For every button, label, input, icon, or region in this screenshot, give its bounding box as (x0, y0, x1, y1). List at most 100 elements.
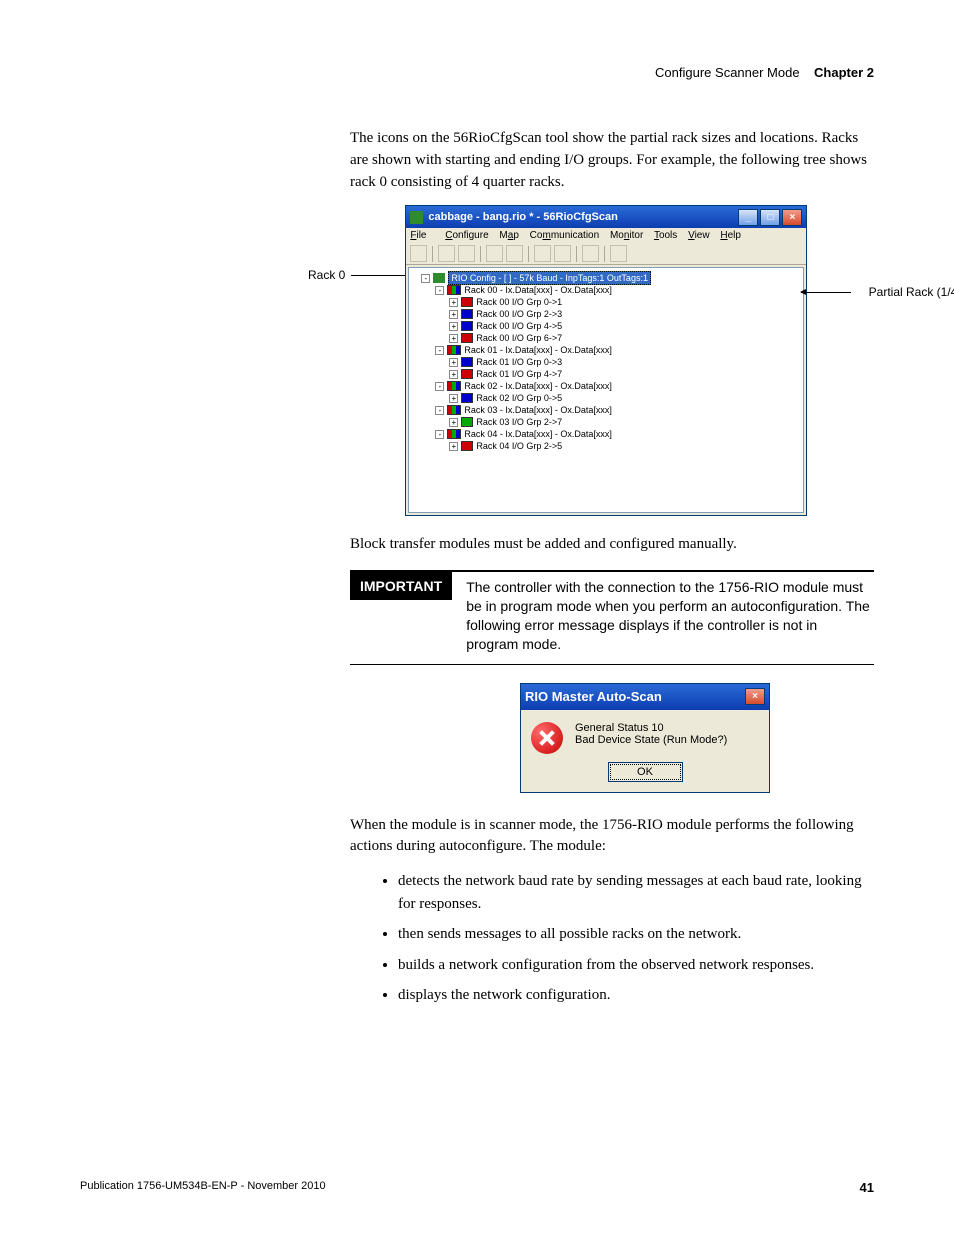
ok-button[interactable]: OK (608, 762, 683, 782)
tree-view[interactable]: - RIO Config - [ ] - 57k Baud - InpTags:… (408, 267, 804, 513)
tree-node[interactable]: + Rack 00 I/O Grp 0->1 (411, 296, 801, 308)
important-box: IMPORTANT The controller with the connec… (350, 570, 874, 665)
page-footer: Publication 1756-UM534B-EN-P - November … (80, 1180, 874, 1195)
list-item: detects the network baud rate by sending… (398, 870, 874, 915)
expand-icon[interactable]: - (435, 406, 444, 415)
rack-icon (447, 381, 461, 391)
toolbar-btn-7[interactable] (554, 245, 571, 262)
tree-root-label[interactable]: RIO Config - [ ] - 57k Baud - InpTags:1 … (448, 271, 651, 285)
menu-view[interactable]: View (688, 230, 710, 241)
toolbar-btn-6[interactable] (534, 245, 551, 262)
callout-partial-rack: Partial Rack (1/4 rack) (801, 285, 954, 299)
tree-node-label: Rack 01 I/O Grp 0->3 (476, 356, 562, 368)
tree-node[interactable]: +Rack 03 I/O Grp 2->7 (411, 416, 801, 428)
expand-icon[interactable]: - (435, 382, 444, 391)
menu-file[interactable]: File (410, 230, 434, 241)
tree-node[interactable]: - Rack 02 - Ix.Data[xxx] - Ox.Data[xxx] (411, 380, 801, 392)
publication-id: Publication 1756-UM534B-EN-P - November … (80, 1180, 326, 1195)
expand-icon[interactable]: + (449, 322, 458, 331)
toolbar-help-icon[interactable] (610, 245, 627, 262)
tree-node[interactable]: + Rack 00 I/O Grp 4->5 (411, 320, 801, 332)
io-group-icon (461, 333, 473, 343)
rack-icon (447, 429, 461, 439)
tree-node[interactable]: + Rack 00 I/O Grp 6->7 (411, 332, 801, 344)
header-section: Configure Scanner Mode (655, 65, 800, 80)
toolbar-btn-4[interactable] (486, 245, 503, 262)
tree-node[interactable]: + Rack 01 I/O Grp 0->3 (411, 356, 801, 368)
header-chapter: Chapter 2 (814, 65, 874, 80)
toolbar-btn-5[interactable] (506, 245, 523, 262)
tree-node-label: Rack 00 I/O Grp 2->3 (476, 308, 562, 320)
expand-icon[interactable]: + (449, 370, 458, 379)
tree-node-label: Rack 01 - Ix.Data[xxx] - Ox.Data[xxx] (464, 344, 612, 356)
menu-help[interactable]: Help (720, 230, 741, 241)
tree-node-label: Rack 04 - Ix.Data[xxx] - Ox.Data[xxx] (464, 428, 612, 440)
dialog-title: RIO Master Auto-Scan (525, 689, 662, 704)
io-group-icon (461, 393, 473, 403)
tree-node[interactable]: + Rack 02 I/O Grp 0->5 (411, 392, 801, 404)
toolbar-btn-3[interactable] (458, 245, 475, 262)
close-button[interactable]: × (782, 209, 802, 226)
tree-node[interactable]: - Rack 01 - Ix.Data[xxx] - Ox.Data[xxx] (411, 344, 801, 356)
dialog-close-button[interactable]: × (745, 688, 765, 705)
io-group-icon (461, 297, 473, 307)
page-header: Configure Scanner Mode Chapter 2 (80, 65, 874, 80)
tree-node[interactable]: + Rack 00 I/O Grp 2->3 (411, 308, 801, 320)
tree-root[interactable]: - RIO Config - [ ] - 57k Baud - InpTags:… (411, 272, 801, 284)
tree-node[interactable]: -Rack 03 - Ix.Data[xxx] - Ox.Data[xxx] (411, 404, 801, 416)
minimize-button[interactable]: _ (738, 209, 758, 226)
error-dialog: RIO Master Auto-Scan × General Status 10… (520, 683, 770, 793)
tree-node-label: Rack 00 I/O Grp 4->5 (476, 320, 562, 332)
tree-node-label: Rack 00 I/O Grp 6->7 (476, 332, 562, 344)
tree-node-label: Rack 02 I/O Grp 0->5 (476, 392, 562, 404)
expand-icon[interactable]: + (449, 394, 458, 403)
expand-icon[interactable]: + (449, 298, 458, 307)
menu-communication[interactable]: Communication (530, 230, 600, 241)
io-group-icon (461, 357, 473, 367)
expand-icon[interactable]: + (449, 358, 458, 367)
tree-node-label: Rack 00 I/O Grp 0->1 (476, 296, 562, 308)
expand-icon[interactable]: - (435, 430, 444, 439)
tree-node[interactable]: +Rack 01 I/O Grp 4->7 (411, 368, 801, 380)
menubar: File Configure Map Communication Monitor… (406, 228, 806, 243)
page-number: 41 (860, 1180, 874, 1195)
expand-icon[interactable]: - (421, 274, 430, 283)
toolbar-btn-8[interactable] (582, 245, 599, 262)
expand-icon[interactable]: - (435, 286, 444, 295)
dialog-titlebar[interactable]: RIO Master Auto-Scan × (521, 684, 769, 710)
root-icon (433, 273, 445, 283)
callout-rack0: Rack 0 (308, 268, 345, 282)
menu-tools[interactable]: Tools (654, 230, 677, 241)
tree-node-label: Rack 02 - Ix.Data[xxx] - Ox.Data[xxx] (464, 380, 612, 392)
tree-node[interactable]: + Rack 04 I/O Grp 2->5 (411, 440, 801, 452)
dialog-message: General Status 10 Bad Device State (Run … (575, 722, 727, 746)
scanner-mode-paragraph: When the module is in scanner mode, the … (350, 815, 874, 859)
menu-configure[interactable]: Configure (445, 230, 488, 241)
expand-icon[interactable]: + (449, 442, 458, 451)
app-icon (410, 211, 423, 224)
rack-icon (447, 285, 461, 295)
menu-map[interactable]: Map (499, 230, 518, 241)
intro-paragraph: The icons on the 56RioCfgScan tool show … (350, 128, 874, 193)
toolbar-btn-2[interactable] (438, 245, 455, 262)
action-list: detects the network baud rate by sending… (380, 870, 874, 1007)
list-item: then sends messages to all possible rack… (398, 923, 874, 946)
maximize-button[interactable]: □ (760, 209, 780, 226)
io-group-icon (461, 321, 473, 331)
expand-icon[interactable]: + (449, 310, 458, 319)
tree-node[interactable]: - Rack 00 - Ix.Data[xxx] - Ox.Data[xxx] (411, 284, 801, 296)
expand-icon[interactable]: - (435, 346, 444, 355)
expand-icon[interactable]: + (449, 418, 458, 427)
tree-node-label: Rack 00 - Ix.Data[xxx] - Ox.Data[xxx] (464, 284, 612, 296)
titlebar[interactable]: cabbage - bang.rio * - 56RioCfgScan _ □ … (406, 206, 806, 228)
tree-node[interactable]: - Rack 04 - Ix.Data[xxx] - Ox.Data[xxx] (411, 428, 801, 440)
expand-icon[interactable]: + (449, 334, 458, 343)
tree-node-label: Rack 04 I/O Grp 2->5 (476, 440, 562, 452)
toolbar-save-icon[interactable] (410, 245, 427, 262)
callout-line (351, 275, 405, 276)
rack-icon (447, 345, 461, 355)
figure-treeview: Rack 0 cabbage - bang.rio * - 56RioCfgSc… (308, 205, 874, 516)
list-item: builds a network configuration from the … (398, 954, 874, 977)
menu-monitor[interactable]: Monitor (610, 230, 643, 241)
toolbar (406, 243, 806, 265)
